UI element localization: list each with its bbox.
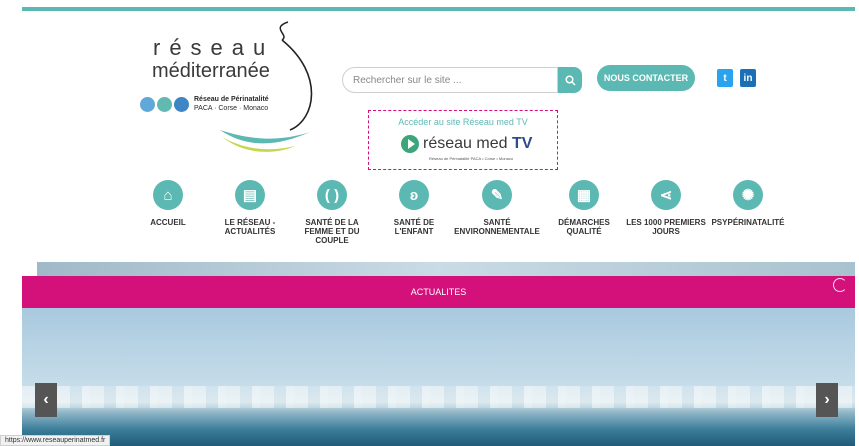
- couple-icon: ( ): [317, 180, 347, 210]
- nav-label: SANTÉ DE LA FEMME ET DU COUPLE: [304, 218, 360, 245]
- medtv-brand-prefix: réseau med: [423, 135, 508, 152]
- medtv-link[interactable]: Accéder au site Réseau med TV: [369, 117, 557, 127]
- site-logo[interactable]: réseau méditerranée Réseau de Périnatali…: [140, 20, 320, 160]
- nav-item-psyperinatalite[interactable]: ✺ PSYPÉRINATALITÉ: [708, 180, 788, 227]
- logo-mediterranee-text: méditerranée: [152, 60, 270, 82]
- nav-label: ACCUEIL: [150, 218, 186, 227]
- loading-spinner-icon: [833, 278, 847, 292]
- share-icon: ⋖: [651, 180, 681, 210]
- psy-icon: ✺: [733, 180, 763, 210]
- medtv-logo: réseau med TV: [401, 135, 532, 153]
- nav-label: SANTÉ DE L'ENFANT: [393, 218, 435, 236]
- actualites-banner: ACTUALITES: [22, 276, 855, 308]
- play-icon: [401, 135, 419, 153]
- nav-item-sante-femme-couple[interactable]: ( ) SANTÉ DE LA FEMME ET DU COUPLE: [292, 180, 372, 245]
- nav-label: LES 1000 PREMIERS JOURS: [626, 218, 706, 236]
- main-nav: ⌂ ACCUEIL ▤ LE RÉSEAU - ACTUALITÉS ( ) S…: [128, 180, 808, 260]
- hero-slider: [22, 308, 855, 446]
- contact-button[interactable]: NOUS CONTACTER: [597, 65, 695, 91]
- search-input[interactable]: [342, 67, 558, 93]
- nav-label: PSYPÉRINATALITÉ: [711, 218, 785, 227]
- medtv-brand-tv: TV: [511, 135, 533, 152]
- nav-item-sante-environnementale[interactable]: ✎ SANTÉ ENVIRONNEMENTALE: [452, 180, 542, 236]
- top-accent-line: [22, 7, 855, 11]
- logo-bubble-icon: [140, 97, 155, 112]
- nav-item-accueil[interactable]: ⌂ ACCUEIL: [128, 180, 208, 227]
- actualites-title: ACTUALITES: [410, 287, 467, 297]
- hero-clouds: [22, 386, 855, 408]
- nav-item-sante-enfant[interactable]: ʚ SANTÉ DE L'ENFANT: [374, 180, 454, 236]
- nav-item-1000-premiers-jours[interactable]: ⋖ LES 1000 PREMIERS JOURS: [626, 180, 706, 236]
- search-button[interactable]: [558, 67, 582, 93]
- baby-icon: ʚ: [399, 180, 429, 210]
- logo-bubble-icon: [174, 97, 189, 112]
- slider-prev-button[interactable]: ‹: [35, 383, 57, 417]
- twitter-icon[interactable]: t: [717, 69, 733, 87]
- logo-bubbles: [140, 97, 189, 112]
- logo-reseau-text: réseau: [153, 35, 275, 60]
- nav-label: LE RÉSEAU - ACTUALITÉS: [224, 218, 276, 236]
- status-bar-url: https://www.reseauperinatmed.fr: [0, 435, 111, 446]
- medtv-brand: réseau med TV: [423, 135, 532, 153]
- clipboard-icon: ▦: [569, 180, 599, 210]
- search-icon: [564, 74, 576, 86]
- medtv-promo[interactable]: Accéder au site Réseau med TV réseau med…: [368, 110, 558, 170]
- nav-item-reseau-actualites[interactable]: ▤ LE RÉSEAU - ACTUALITÉS: [210, 180, 290, 236]
- medtv-subtitle: Réseau de Périnatalité PACA • Corse • Mo…: [429, 156, 514, 161]
- nav-label: SANTÉ ENVIRONNEMENTALE: [454, 218, 540, 236]
- logo-tagline-title: Réseau de Périnatalité: [194, 96, 269, 103]
- search-bar: [342, 67, 582, 93]
- leaf-icon: ✎: [482, 180, 512, 210]
- linkedin-icon[interactable]: in: [740, 69, 756, 87]
- nav-label: DÉMARCHES QUALITÉ: [558, 218, 610, 236]
- image-strip: [22, 262, 855, 276]
- logo-tagline: Réseau de Périnatalité PACA · Corse · Mo…: [194, 95, 269, 113]
- slider-next-button[interactable]: ›: [816, 383, 838, 417]
- logo-bubble-icon: [157, 97, 172, 112]
- home-icon: ⌂: [153, 180, 183, 210]
- newspaper-icon: ▤: [235, 180, 265, 210]
- nav-item-demarches-qualite[interactable]: ▦ DÉMARCHES QUALITÉ: [544, 180, 624, 236]
- logo-tagline-regions: PACA · Corse · Monaco: [194, 105, 269, 112]
